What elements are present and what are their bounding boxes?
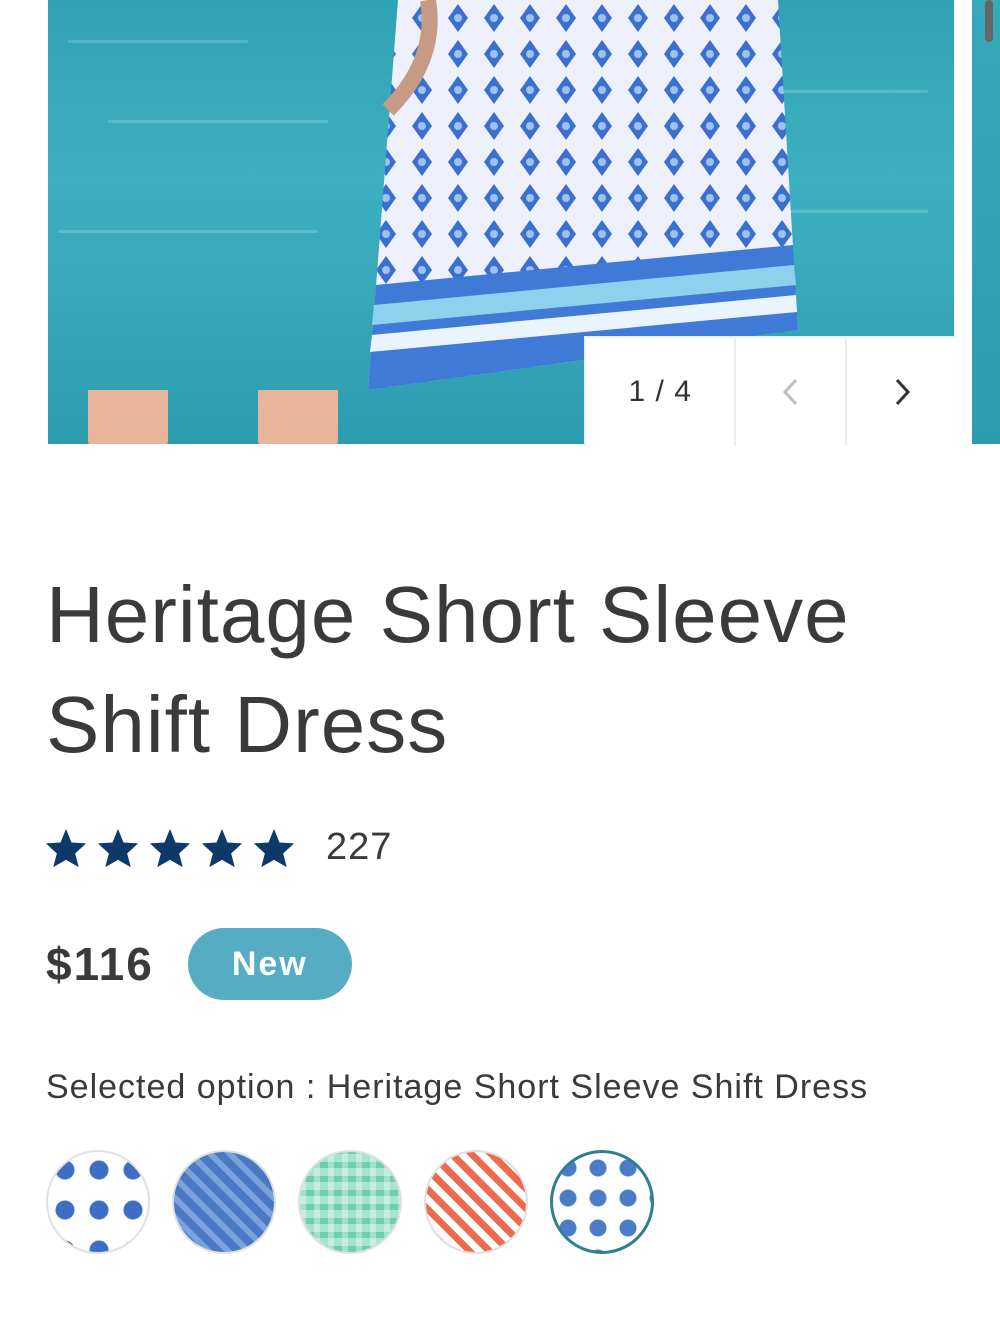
slider-controls: 1 / 4 xyxy=(584,336,956,446)
scroll-handle[interactable] xyxy=(985,0,993,42)
swatch-blue-paisley-drops[interactable] xyxy=(46,1150,150,1254)
new-badge: New xyxy=(187,928,352,1000)
product-price: $116 xyxy=(46,938,154,990)
swatch-green-lattice[interactable] xyxy=(298,1150,402,1254)
star-icon xyxy=(97,828,139,867)
next-slide-button[interactable] xyxy=(847,338,956,446)
product-rating[interactable]: 227 xyxy=(44,826,392,869)
selected-option-label: Selected option : Heritage Short Sleeve … xyxy=(46,1068,869,1106)
star-icon xyxy=(201,828,243,867)
next-image-peek[interactable] xyxy=(972,0,1000,444)
swatch-heritage-blue-floral[interactable] xyxy=(550,1150,654,1254)
star-icon xyxy=(149,828,191,867)
product-title: Heritage Short Sleeve Shift Dress xyxy=(46,570,850,769)
chevron-right-icon xyxy=(895,378,910,406)
swatch-coral-ikat[interactable] xyxy=(424,1150,528,1254)
review-count[interactable]: 227 xyxy=(326,826,392,869)
color-swatches xyxy=(46,1150,654,1254)
star-icon xyxy=(253,828,295,867)
star-icon xyxy=(45,828,87,867)
rating-stars xyxy=(44,827,296,869)
price-row: $116 New xyxy=(46,928,352,1000)
product-image-gallery[interactable]: 1 / 4 xyxy=(0,0,1000,446)
swatch-blue-medallion[interactable] xyxy=(172,1150,276,1254)
slide-counter: 1 / 4 xyxy=(586,338,737,446)
previous-slide-button[interactable] xyxy=(736,338,848,446)
chevron-left-icon xyxy=(782,378,797,406)
